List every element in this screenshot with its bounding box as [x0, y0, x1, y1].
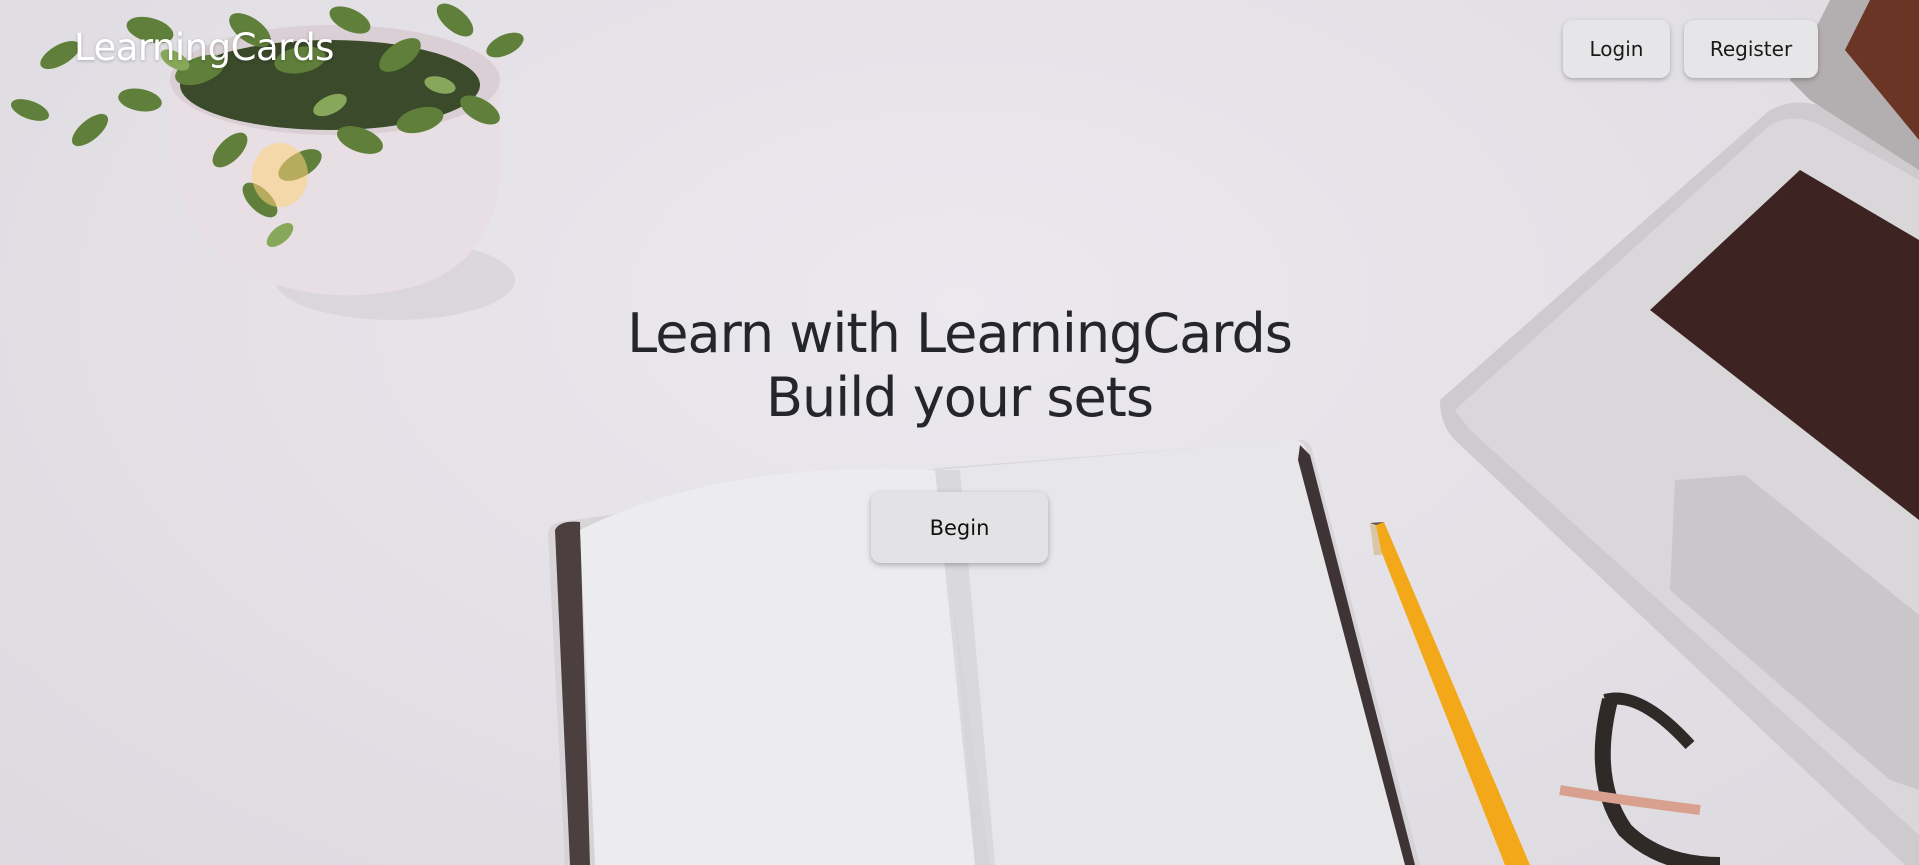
hero-line-2: Build your sets [766, 366, 1154, 429]
login-button[interactable]: Login [1563, 20, 1670, 78]
register-button[interactable]: Register [1684, 20, 1818, 78]
hero-heading: Learn with LearningCards Build your sets [0, 302, 1919, 430]
hero-line-1: Learn with LearningCards [627, 302, 1293, 365]
glasses-decoration [1559, 692, 1721, 865]
begin-button[interactable]: Begin [871, 492, 1048, 563]
desk-illustration [10, 0, 1919, 865]
hero-background [0, 0, 1919, 865]
brand-logo[interactable]: LearningCards [74, 26, 334, 69]
